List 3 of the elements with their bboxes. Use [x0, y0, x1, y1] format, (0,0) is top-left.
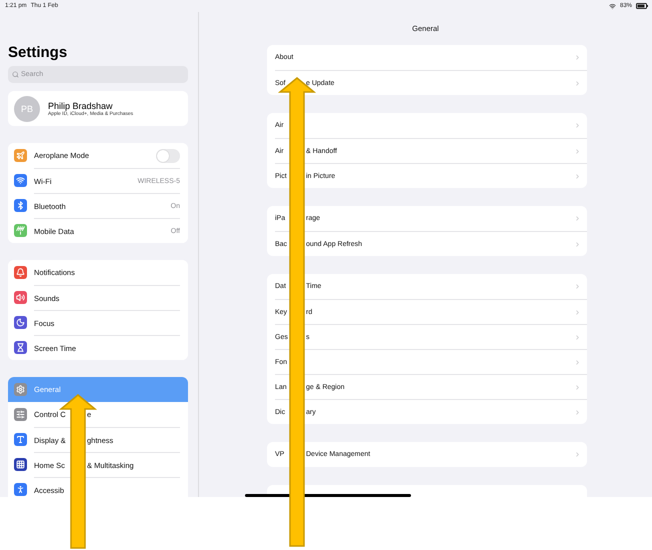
sidebar-title: Settings — [8, 44, 68, 61]
avatar: PB — [14, 96, 40, 122]
profile-name: Philip Bradshaw — [48, 100, 114, 110]
